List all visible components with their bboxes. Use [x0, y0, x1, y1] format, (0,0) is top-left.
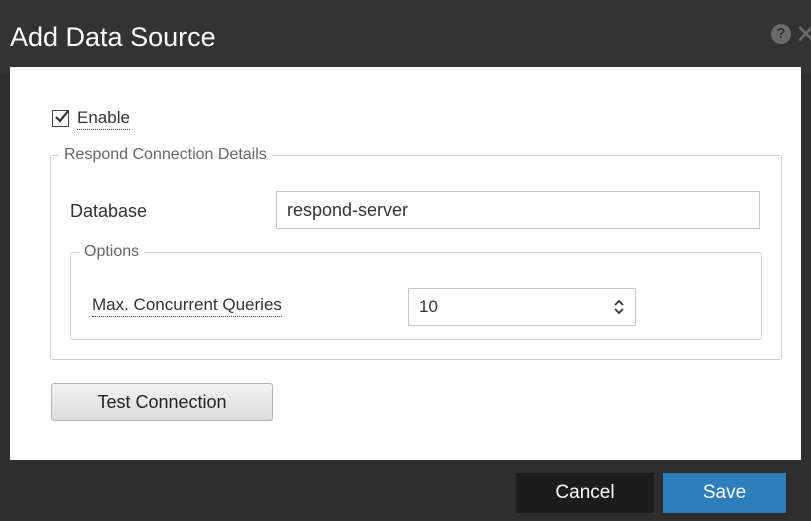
dialog-title: Add Data Source — [10, 22, 216, 52]
help-icon[interactable]: ? — [771, 24, 791, 44]
options-legend: Options — [84, 243, 140, 260]
max-concurrent-queries-label: Max. Concurrent Queries — [92, 294, 282, 317]
close-icon[interactable]: ✕ — [795, 20, 811, 48]
test-connection-button[interactable]: Test Connection — [51, 383, 273, 421]
enable-label: Enable — [77, 107, 130, 130]
dialog-titlebar: Add Data Source ? ✕ — [0, 0, 811, 74]
database-input[interactable]: respond-server — [276, 191, 760, 229]
updown-chevron-icon — [614, 299, 624, 315]
add-data-source-dialog: Add Data Source ? ✕ Enable Respond Conne… — [0, 0, 811, 521]
save-button[interactable]: Save — [663, 473, 786, 513]
enable-checkbox[interactable] — [52, 109, 69, 127]
max-concurrent-queries-value: 10 — [419, 297, 438, 316]
checkmark-icon — [55, 109, 69, 123]
cancel-button[interactable]: Cancel — [516, 473, 654, 513]
enable-checkbox-row[interactable]: Enable — [52, 104, 130, 132]
database-label: Database — [70, 201, 148, 221]
max-concurrent-queries-select[interactable]: 10 — [408, 288, 636, 326]
respond-connection-details-legend: Respond Connection Details — [64, 146, 267, 163]
